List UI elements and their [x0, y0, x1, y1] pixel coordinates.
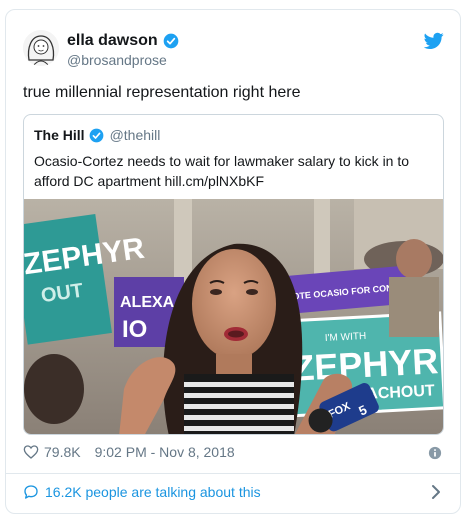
sign-center-text: ALEXA [120, 294, 175, 311]
verified-badge-icon [89, 128, 103, 142]
heart-icon[interactable] [23, 444, 39, 460]
info-icon[interactable] [428, 446, 442, 460]
talking-count-text[interactable]: 16.2K people are talking about this [45, 484, 261, 500]
tweet-author[interactable]: ella dawson @brosandprose [67, 32, 179, 68]
conversation-link[interactable]: 16.2K people are talking about this [23, 484, 261, 500]
quoted-author-handle[interactable]: @thehill [110, 127, 161, 143]
author-name[interactable]: ella dawson [67, 32, 158, 50]
author-handle[interactable]: @brosandprose [67, 52, 179, 68]
quoted-tweet-photo[interactable]: ZEPHYR OUT ALEXA IO VOTE OCASIO FOR CONG… [24, 199, 444, 435]
speech-bubble-icon [24, 485, 38, 499]
quoted-tweet-text: Ocasio-Cortez needs to wait for lawmaker… [34, 153, 410, 189]
tweet-text: true millennial representation right her… [23, 84, 301, 101]
quoted-tweet[interactable]: The Hill @thehill Ocasio-Cortez needs to… [23, 114, 444, 435]
like-count[interactable]: 79.8K [44, 444, 81, 460]
verified-badge-icon [163, 33, 179, 49]
tweet-meta: 79.8K 9:02 PM - Nov 8, 2018 [23, 444, 235, 460]
sign-right-top-text: I'M WITH [325, 331, 367, 344]
sign-center-text-2: IO [122, 316, 147, 343]
quoted-author-name[interactable]: The Hill [34, 127, 85, 143]
twitter-bird-icon[interactable] [424, 32, 444, 50]
sign-right-text: ZEPHYR [291, 340, 439, 389]
embedded-tweet-card[interactable]: ella dawson @brosandprose true millennia… [5, 9, 461, 514]
author-avatar[interactable] [23, 30, 59, 66]
chevron-right-icon[interactable] [430, 484, 442, 500]
divider [6, 473, 460, 474]
tweet-timestamp[interactable]: 9:02 PM - Nov 8, 2018 [95, 444, 235, 460]
